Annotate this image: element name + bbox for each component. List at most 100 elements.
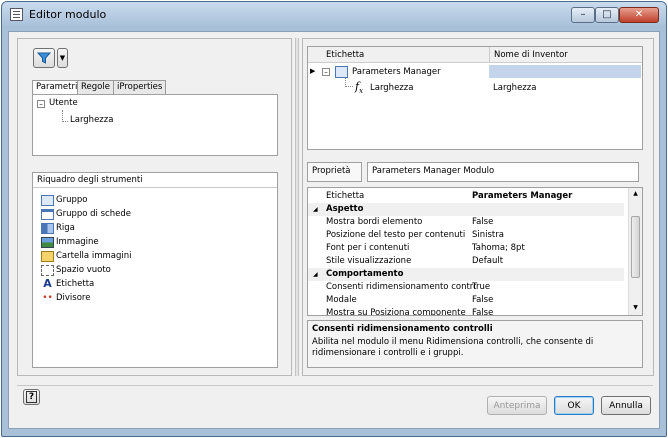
row-icon: [41, 223, 54, 234]
controls-grid: Etichetta Nome di Inventor ▶ – Parameter…: [307, 46, 643, 150]
tool-label: Gruppo di schede: [56, 209, 131, 219]
help-button[interactable]: ?: [23, 389, 40, 405]
property-key: Stile visualizzazione: [326, 256, 412, 266]
property-row[interactable]: Mostra su Posiziona componente False: [308, 307, 624, 316]
tree-connector: [345, 86, 353, 87]
props-header: Proprietà Parameters Manager Modulo: [307, 162, 643, 182]
close-button[interactable]: ✕: [619, 7, 659, 23]
label-icon: A: [43, 277, 52, 290]
expand-arrow-icon[interactable]: ◢: [313, 268, 318, 281]
tool-label: Etichetta: [56, 279, 95, 289]
property-scrollbar[interactable]: ▲ ▼: [628, 188, 642, 315]
property-key: Posizione del testo per contenuti: [326, 230, 466, 240]
property-key: Comportamento: [326, 269, 404, 279]
help-title: Consenti ridimensionamento controlli: [312, 324, 493, 334]
tab-iproperties[interactable]: iProperties: [113, 80, 167, 94]
help-panel: Consenti ridimensionamento controlli Abi…: [307, 320, 643, 368]
params-tree: – Utente Larghezza: [32, 94, 278, 156]
maximize-button[interactable]: □: [595, 7, 619, 23]
scroll-down-icon[interactable]: ▼: [629, 304, 642, 311]
tool-label: Divisore: [56, 293, 91, 303]
cancel-button[interactable]: Annulla: [601, 396, 651, 415]
props-object-combo[interactable]: Parameters Manager Modulo: [367, 162, 639, 182]
help-text: Abilita nel modulo il menu Ridimensiona …: [312, 337, 594, 358]
tree-root[interactable]: Utente: [49, 98, 78, 108]
property-value: Tahoma; 8pt: [472, 243, 525, 253]
property-category[interactable]: ◢ Comportamento: [308, 268, 624, 281]
grid-row-form[interactable]: Parameters Manager: [352, 67, 441, 77]
image-folder-icon: [41, 251, 54, 262]
image-icon: [41, 237, 54, 248]
tool-divisore[interactable]: •• Divisore: [42, 292, 91, 305]
preview-button[interactable]: Anteprima: [487, 396, 547, 415]
minimize-button[interactable]: –: [571, 7, 595, 23]
tree-child[interactable]: Larghezza: [70, 115, 113, 125]
tab-group-icon: [41, 209, 54, 220]
grid-header: Etichetta Nome di Inventor: [308, 47, 642, 63]
tool-label: Riga: [56, 223, 75, 233]
title-bar: Editor modulo – □ ✕: [2, 2, 666, 28]
property-key: Consenti ridimensionamento controlli: [326, 282, 476, 292]
grid-col-name: Nome di Inventor: [489, 47, 572, 63]
collapse-icon[interactable]: –: [322, 68, 330, 76]
property-grid: Etichetta Parameters Manager ◢ Aspetto Mostr…: [307, 187, 643, 316]
function-icon: fx: [355, 80, 364, 96]
property-value: Parameters Manager: [472, 191, 573, 201]
collapse-icon[interactable]: –: [37, 100, 45, 108]
filter-dropdown[interactable]: ▼: [57, 48, 68, 68]
property-category[interactable]: ◢ Aspetto: [308, 203, 624, 216]
scroll-up-icon[interactable]: ▲: [629, 190, 642, 197]
tool-gruppo-schede[interactable]: Gruppo di schede: [41, 208, 131, 221]
property-row[interactable]: Posizione del testo per contenuti Sinistr…: [308, 229, 624, 242]
property-row[interactable]: Font per i contenuti Tahoma; 8pt: [308, 242, 624, 255]
tool-label: Spazio vuoto: [56, 265, 111, 275]
editor-window: Editor modulo – □ ✕ ▼ Parametri Regole i…: [1, 1, 667, 437]
property-key: Etichetta: [326, 191, 365, 201]
divider-icon: ••: [42, 293, 53, 303]
pane-splitter[interactable]: [295, 38, 299, 376]
ok-button[interactable]: OK: [554, 396, 594, 415]
tool-cartella-immagini[interactable]: Cartella immagini: [41, 250, 132, 263]
toolbox-panel: Riquadro degli strumenti Gruppo Gruppo d…: [32, 172, 278, 368]
property-row[interactable]: Modale False: [308, 294, 624, 307]
filter-icon: [36, 52, 52, 64]
property-row[interactable]: Stile visualizzazione Default: [308, 255, 624, 268]
toolbox-title: Riquadro degli strumenti: [33, 173, 277, 188]
props-label: Proprietà: [307, 162, 362, 182]
tool-spazio-vuoto[interactable]: Spazio vuoto: [41, 264, 111, 277]
tab-parametri[interactable]: Parametri: [32, 80, 82, 95]
tool-label: Gruppo: [56, 195, 88, 205]
property-value: False: [472, 217, 494, 227]
property-value: True: [472, 282, 491, 292]
grid-row-param-name[interactable]: Larghezza: [493, 83, 536, 93]
tool-label: Cartella immagini: [56, 251, 132, 261]
property-value: False: [472, 295, 494, 305]
form-node-icon: [335, 66, 348, 78]
tool-riga[interactable]: Riga: [41, 222, 75, 235]
client-area: ▼ Parametri Regole iProperties – Utente …: [8, 31, 660, 429]
property-value: False: [472, 308, 494, 316]
tool-etichetta[interactable]: A Etichetta: [43, 278, 95, 291]
filter-button[interactable]: [33, 48, 55, 68]
property-row[interactable]: Etichetta Parameters Manager: [308, 190, 624, 203]
property-key: Mostra bordi elemento: [326, 217, 423, 227]
tree-connector: [62, 121, 68, 122]
grid-row-form-name-cell[interactable]: [489, 65, 641, 78]
grid-row-param-label[interactable]: Larghezza: [370, 83, 413, 93]
footer-divider: [17, 385, 653, 386]
property-value: Default: [472, 256, 504, 266]
expand-arrow-icon[interactable]: ◢: [313, 203, 318, 216]
tab-regole[interactable]: Regole: [77, 80, 114, 94]
property-value: Sinistra: [472, 230, 504, 240]
group-icon: [41, 195, 54, 206]
property-row[interactable]: Consenti ridimensionamento controlli True: [308, 281, 624, 294]
property-key: Modale: [326, 295, 357, 305]
tool-label: Immagine: [56, 237, 99, 247]
property-row[interactable]: Mostra bordi elemento False: [308, 216, 624, 229]
form-icon: [10, 8, 23, 21]
tool-gruppo[interactable]: Gruppo: [41, 194, 88, 207]
property-key: Mostra su Posiziona componente: [326, 308, 466, 316]
tool-immagine[interactable]: Immagine: [41, 236, 99, 249]
scroll-thumb[interactable]: [631, 216, 640, 278]
property-key: Aspetto: [326, 204, 364, 214]
